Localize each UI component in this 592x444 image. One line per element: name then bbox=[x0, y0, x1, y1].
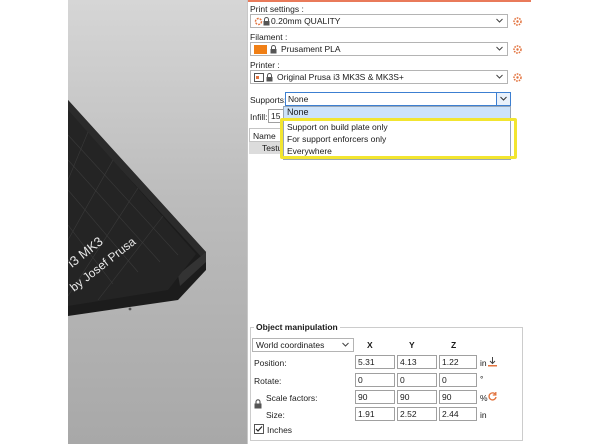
position-x-field[interactable]: 5.31 bbox=[355, 355, 395, 369]
object-list-header-name: Name bbox=[253, 131, 276, 141]
object-list: Name Testu bbox=[249, 128, 283, 158]
object-manipulation-title: Object manipulation bbox=[254, 322, 340, 332]
drop-to-bed-icon[interactable] bbox=[487, 356, 498, 367]
list-item[interactable]: Testu bbox=[249, 142, 283, 154]
chevron-down-icon bbox=[500, 96, 507, 101]
lock-icon[interactable] bbox=[254, 399, 262, 409]
inches-label: Inches bbox=[267, 425, 293, 435]
supports-option-none[interactable]: None bbox=[284, 107, 510, 118]
position-label: Position: bbox=[254, 358, 287, 368]
coordinates-combo[interactable]: World coordinates bbox=[252, 338, 354, 352]
filament-value: Prusament PLA bbox=[281, 44, 341, 54]
chevron-down-icon bbox=[342, 342, 349, 347]
filament-label: Filament : bbox=[250, 32, 288, 42]
axis-z-header: Z bbox=[451, 340, 457, 350]
rotate-unit: ° bbox=[480, 374, 484, 384]
print-settings-combo[interactable]: 0.20mm QUALITY bbox=[250, 14, 508, 28]
inches-checkbox[interactable] bbox=[254, 424, 264, 434]
size-unit: in bbox=[480, 410, 487, 420]
3d-viewport[interactable]: i3 MK3 by Josef Prusa bbox=[68, 0, 247, 444]
lock-icon bbox=[266, 73, 273, 82]
rotate-y-field[interactable]: 0 bbox=[397, 373, 437, 387]
gear-icon[interactable] bbox=[512, 72, 523, 83]
filament-combo[interactable]: Prusament PLA bbox=[250, 42, 508, 56]
size-y-field[interactable]: 2.52 bbox=[397, 407, 437, 421]
highlight-annotation-box bbox=[280, 118, 517, 159]
position-unit: in bbox=[480, 358, 487, 368]
panel-accent-line bbox=[248, 0, 531, 2]
chevron-down-icon bbox=[496, 74, 503, 79]
printer-icon bbox=[254, 73, 264, 82]
lock-icon bbox=[263, 17, 270, 26]
rotate-x-field[interactable]: 0 bbox=[355, 373, 395, 387]
rotate-z-field[interactable]: 0 bbox=[439, 373, 477, 387]
scale-z-field[interactable]: 90 bbox=[439, 390, 477, 404]
axis-y-header: Y bbox=[409, 340, 415, 350]
print-bed-render: i3 MK3 by Josef Prusa bbox=[68, 100, 206, 316]
size-z-field[interactable]: 2.44 bbox=[439, 407, 477, 421]
axis-x-header: X bbox=[367, 340, 373, 350]
printer-value: Original Prusa i3 MK3S & MK3S+ bbox=[277, 72, 404, 82]
gear-icon[interactable] bbox=[512, 44, 523, 55]
object-list-header: Name bbox=[249, 128, 283, 142]
printer-label: Printer : bbox=[250, 60, 280, 70]
gear-icon[interactable] bbox=[512, 16, 523, 27]
scale-x-field[interactable]: 90 bbox=[355, 390, 395, 404]
checkmark-icon bbox=[255, 426, 263, 432]
rotate-label: Rotate: bbox=[254, 376, 282, 386]
supports-dropdown-button[interactable] bbox=[496, 93, 510, 105]
supports-value: None bbox=[288, 94, 309, 104]
supports-label: Supports: bbox=[250, 95, 287, 105]
print-settings-label: Print settings : bbox=[250, 4, 304, 14]
size-x-field[interactable]: 1.91 bbox=[355, 407, 395, 421]
lock-icon bbox=[270, 45, 277, 54]
filament-color-swatch bbox=[254, 45, 267, 54]
scale-factors-label: Scale factors: bbox=[266, 393, 318, 403]
print-settings-value: 0.20mm QUALITY bbox=[271, 16, 341, 26]
print-settings-icon bbox=[254, 17, 263, 26]
position-y-field[interactable]: 4.13 bbox=[397, 355, 437, 369]
position-z-field[interactable]: 1.22 bbox=[439, 355, 477, 369]
printer-combo[interactable]: Original Prusa i3 MK3S & MK3S+ bbox=[250, 70, 508, 84]
supports-combo[interactable]: None bbox=[285, 92, 511, 106]
chevron-down-icon bbox=[496, 46, 503, 51]
infill-label: Infill: bbox=[250, 112, 268, 122]
reset-scale-icon[interactable] bbox=[487, 391, 498, 402]
coordinates-value: World coordinates bbox=[256, 340, 325, 350]
size-label: Size: bbox=[266, 410, 285, 420]
scale-y-field[interactable]: 90 bbox=[397, 390, 437, 404]
chevron-down-icon bbox=[496, 18, 503, 23]
